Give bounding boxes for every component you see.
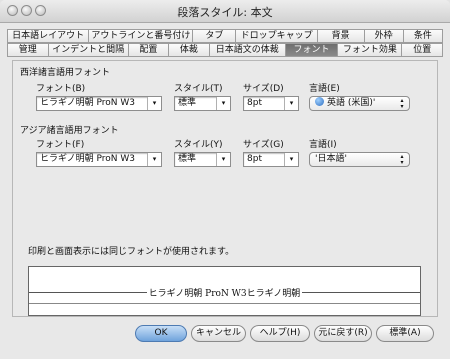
window-title: 段落スタイル: 本文 (177, 6, 273, 19)
tab-row-1: 日本語レイアウト アウトラインと番号付け タブ ドロップキャップ 背景 外枠 条… (7, 29, 443, 44)
chevron-down-icon[interactable]: ▾ (284, 97, 298, 110)
asian-style-combobox[interactable]: 標準 ▾ (174, 152, 231, 167)
western-style-combobox[interactable]: 標準 ▾ (174, 96, 231, 111)
western-size-combobox[interactable]: 8pt ▾ (243, 96, 299, 111)
font-info-text: 印刷と画面表示には同じフォントが使用されます。 (28, 247, 235, 257)
asian-language-label: 言語(I) (309, 140, 337, 150)
tab-background[interactable]: 背景 (317, 29, 365, 43)
tab-outline-numbering[interactable]: アウトラインと番号付け (89, 29, 194, 43)
western-fonts-heading: 西洋諸言語用フォント (20, 68, 111, 78)
tab-border[interactable]: 外枠 (364, 29, 404, 43)
tab-font[interactable]: フォント (285, 43, 339, 57)
font-preview: ヒラギノ明朝 ProN W3ヒラギノ明朝 (28, 266, 421, 316)
western-language-popup[interactable]: 英語 (米国)' ▴▾ (309, 96, 410, 111)
tab-font-effects[interactable]: フォント効果 (338, 43, 403, 57)
asian-font-label: フォント(F) (36, 140, 85, 150)
globe-icon (315, 97, 324, 106)
asian-size-label: サイズ(G) (243, 140, 284, 150)
updown-arrows-icon: ▴▾ (400, 97, 404, 110)
asian-fonts-heading: アジア諸言語用フォント (20, 126, 119, 136)
western-font-combobox[interactable]: ヒラギノ明朝 ProN W3 ▾ (36, 96, 162, 111)
asian-font-combobox[interactable]: ヒラギノ明朝 ProN W3 ▾ (36, 152, 162, 167)
updown-arrows-icon: ▴▾ (400, 153, 404, 166)
preview-text: ヒラギノ明朝 ProN W3ヒラギノ明朝 (146, 289, 303, 299)
asian-language-popup[interactable]: '日本語' ▴▾ (309, 152, 410, 167)
dialog-window: 段落スタイル: 本文 日本語レイアウト アウトラインと番号付け タブ ドロップキ… (0, 0, 450, 359)
preview-divider (29, 303, 420, 304)
help-button[interactable]: ヘルプ(H) (250, 325, 310, 342)
asian-font-value: ヒラギノ明朝 ProN W3 (40, 154, 135, 164)
western-size-value: 8pt (247, 98, 262, 108)
chevron-down-icon[interactable]: ▾ (147, 97, 161, 110)
western-size-label: サイズ(D) (243, 84, 284, 94)
tab-tabs[interactable]: タブ (193, 29, 237, 43)
asian-language-value: '日本語' (315, 154, 347, 164)
tab-drop-caps[interactable]: ドロップキャップ (236, 29, 318, 43)
tab-alignment[interactable]: 配置 (128, 43, 170, 57)
tab-asian-typography[interactable]: 日本語文の体裁 (209, 43, 286, 57)
chevron-down-icon[interactable]: ▾ (216, 97, 230, 110)
tab-position[interactable]: 位置 (402, 43, 443, 57)
asian-size-value: 8pt (247, 154, 262, 164)
tab-condition[interactable]: 条件 (403, 29, 443, 43)
tab-japanese-layout[interactable]: 日本語レイアウト (7, 29, 90, 43)
chevron-down-icon[interactable]: ▾ (216, 153, 230, 166)
asian-style-label: スタイル(Y) (174, 140, 223, 150)
tab-text-flow[interactable]: 体裁 (169, 43, 210, 57)
western-language-value: 英語 (米国)' (327, 98, 376, 108)
western-style-label: スタイル(T) (174, 84, 223, 94)
tab-organizer[interactable]: 管理 (7, 43, 49, 57)
tab-row-2: 管理 インデントと間隔 配置 体裁 日本語文の体裁 フォント フォント効果 位置 (7, 43, 443, 58)
ok-button[interactable]: OK (135, 325, 187, 342)
title-bar: 段落スタイル: 本文 (0, 0, 450, 23)
chevron-down-icon[interactable]: ▾ (284, 153, 298, 166)
western-language-label: 言語(E) (309, 84, 340, 94)
tab-indents-spacing[interactable]: インデントと間隔 (48, 43, 129, 57)
chevron-down-icon[interactable]: ▾ (147, 153, 161, 166)
standard-button[interactable]: 標準(A) (376, 325, 434, 342)
cancel-button[interactable]: キャンセル (191, 325, 246, 342)
western-style-value: 標準 (178, 98, 197, 108)
asian-size-combobox[interactable]: 8pt ▾ (243, 152, 299, 167)
reset-button[interactable]: 元に戻す(R) (314, 325, 372, 342)
western-font-label: フォント(B) (36, 84, 86, 94)
asian-style-value: 標準 (178, 154, 197, 164)
western-font-value: ヒラギノ明朝 ProN W3 (40, 98, 135, 108)
